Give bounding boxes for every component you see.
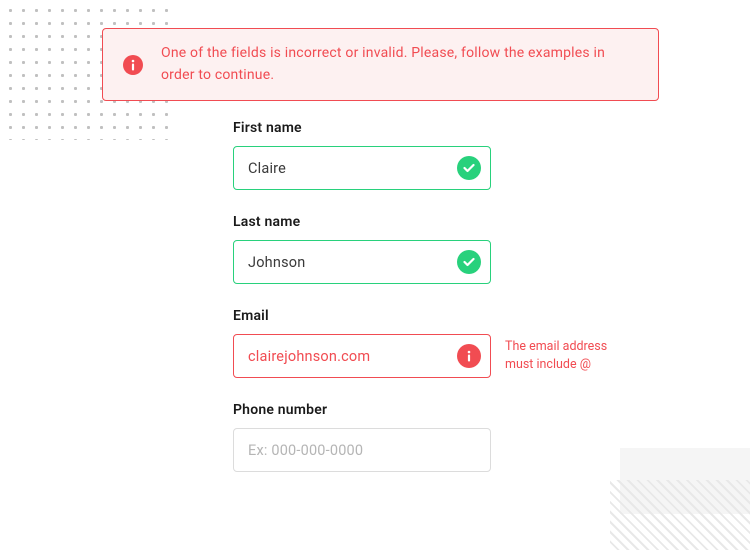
field-first-name: First name bbox=[233, 120, 633, 190]
last-name-input-wrap bbox=[233, 240, 491, 284]
email-input-wrap bbox=[233, 334, 491, 378]
phone-input-wrap bbox=[233, 428, 491, 472]
first-name-input[interactable] bbox=[233, 146, 491, 190]
phone-label: Phone number bbox=[233, 402, 633, 418]
check-icon bbox=[457, 156, 481, 180]
field-phone: Phone number bbox=[233, 402, 633, 472]
alert-message: One of the fields is incorrect or invali… bbox=[161, 43, 638, 86]
email-error-message: The email address must include @ bbox=[505, 338, 635, 374]
first-name-input-wrap bbox=[233, 146, 491, 190]
form: First name Last name Email bbox=[233, 120, 633, 496]
email-label: Email bbox=[233, 308, 633, 324]
first-name-label: First name bbox=[233, 120, 633, 136]
email-input[interactable] bbox=[233, 334, 491, 378]
info-icon bbox=[123, 55, 143, 75]
check-icon bbox=[457, 250, 481, 274]
info-icon bbox=[457, 344, 481, 368]
error-alert: One of the fields is incorrect or invali… bbox=[102, 28, 659, 101]
field-email: Email The email address must include @ bbox=[233, 308, 633, 378]
decorative-stripes bbox=[610, 480, 750, 550]
last-name-label: Last name bbox=[233, 214, 633, 230]
field-last-name: Last name bbox=[233, 214, 633, 284]
phone-input[interactable] bbox=[233, 428, 491, 472]
last-name-input[interactable] bbox=[233, 240, 491, 284]
